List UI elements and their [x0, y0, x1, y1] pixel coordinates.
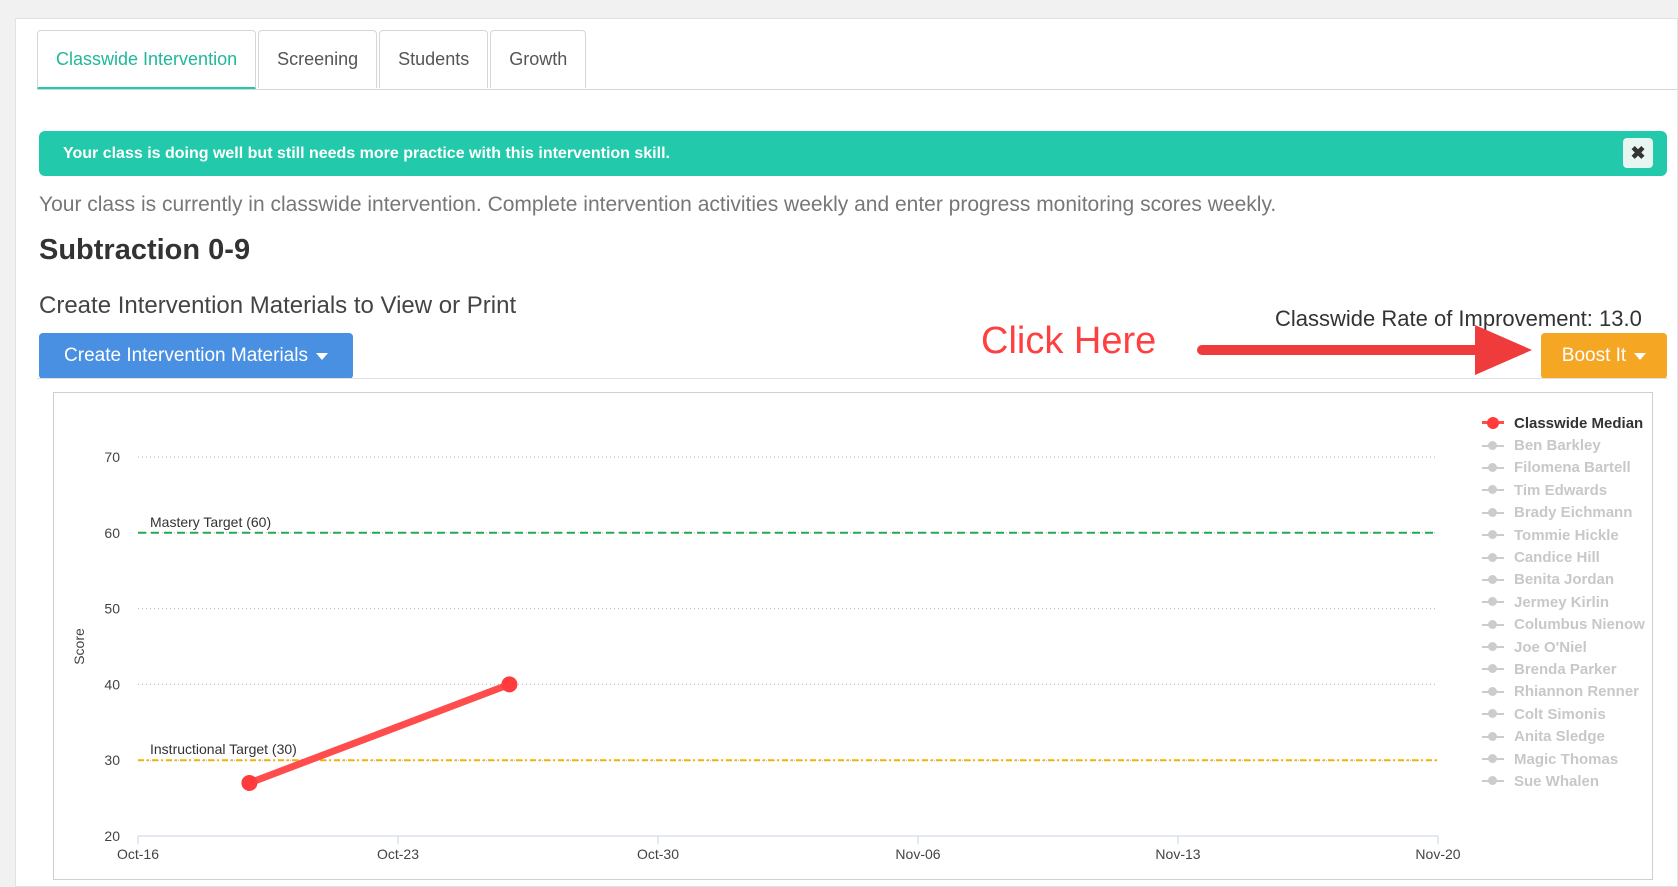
legend-label: Tim Edwards: [1514, 481, 1608, 499]
legend-item[interactable]: Benita Jordan: [1480, 569, 1645, 591]
mastery-target-label: Mastery Target (60): [150, 514, 271, 530]
legend-item[interactable]: Tommie Hickle: [1480, 524, 1645, 546]
median-data-point: [501, 676, 518, 693]
legend-marker-icon: [1480, 439, 1508, 453]
legend-label: Candice Hill: [1514, 549, 1600, 567]
legend-item[interactable]: Columbus Nienow: [1480, 614, 1645, 636]
legend-item[interactable]: Jermey Kirlin: [1480, 591, 1645, 613]
callout-arrow-icon: [1197, 325, 1532, 375]
boost-it-button[interactable]: Boost It: [1541, 333, 1667, 379]
legend-marker-icon: [1480, 551, 1508, 565]
legend-marker-icon: [1480, 528, 1508, 542]
legend-marker-icon: [1480, 416, 1508, 430]
legend-item[interactable]: Candice Hill: [1480, 546, 1645, 568]
boost-it-button-label: Boost It: [1561, 345, 1627, 366]
tab-divider: [37, 89, 1678, 90]
progress-chart: 20 30 40 50 60 70 Oct-16 Oct-23 Oct-30 Nov-06 Nov-…: [53, 392, 1653, 880]
legend-marker-icon: [1480, 774, 1508, 788]
x-tick-label: Nov-13: [1155, 846, 1200, 862]
legend-item[interactable]: Filomena Bartell: [1480, 457, 1645, 479]
click-here-callout: Click Here: [981, 320, 1157, 362]
legend-label: Classwide Median: [1514, 414, 1644, 432]
chart-legend: Classwide Median Ben Barkley Filomena Bart…: [1480, 412, 1645, 793]
y-tick-label: 20: [104, 828, 120, 844]
legend-item[interactable]: Brenda Parker: [1480, 658, 1645, 680]
chart-canvas: 20 30 40 50 60 70 Oct-16 Oct-23 Oct-30 Nov-06 Nov-…: [71, 449, 1461, 862]
legend-marker-icon: [1480, 573, 1508, 587]
y-tick-label: 70: [104, 449, 120, 465]
y-tick-label: 60: [104, 525, 120, 541]
legend-marker-icon: [1480, 707, 1508, 721]
legend-item[interactable]: Sue Whalen: [1480, 770, 1645, 792]
legend-item[interactable]: Rhiannon Renner: [1480, 681, 1645, 703]
y-tick-label: 50: [104, 601, 120, 617]
legend-marker-icon: [1480, 640, 1508, 654]
legend-marker-icon: [1480, 662, 1508, 676]
tab-students[interactable]: Students: [379, 30, 489, 88]
legend-label: Brenda Parker: [1514, 660, 1617, 678]
legend-marker-icon: [1480, 618, 1508, 632]
legend-item[interactable]: Ben Barkley: [1480, 434, 1645, 456]
legend-label: Columbus Nienow: [1514, 616, 1645, 634]
y-axis-title: Score: [71, 628, 87, 665]
caret-down-icon: [1634, 352, 1647, 360]
legend-label: Jermey Kirlin: [1514, 593, 1610, 611]
skill-title: Subtraction 0-9: [39, 234, 251, 266]
legend-marker-icon: [1480, 506, 1508, 520]
legend-item[interactable]: Colt Simonis: [1480, 703, 1645, 725]
legend-label: Brady Eichmann: [1514, 504, 1633, 522]
median-data-point: [241, 774, 258, 791]
y-tick-label: 40: [104, 676, 120, 692]
legend-item[interactable]: Brady Eichmann: [1480, 502, 1645, 524]
legend-label: Joe O'Niel: [1514, 638, 1587, 656]
legend-marker-icon: [1480, 752, 1508, 766]
create-materials-button[interactable]: Create Intervention Materials: [39, 333, 353, 379]
status-alert: Your class is doing well but still needs…: [39, 131, 1667, 176]
intervention-info-text: Your class is currently in classwide int…: [39, 193, 1277, 216]
tab-growth[interactable]: Growth: [490, 30, 587, 88]
x-tick-label: Nov-20: [1415, 846, 1460, 862]
legend-label: Ben Barkley: [1514, 437, 1601, 455]
tab-classwide-intervention[interactable]: Classwide Intervention: [37, 30, 257, 90]
legend-item[interactable]: Joe O'Niel: [1480, 636, 1645, 658]
x-tick-label: Oct-30: [637, 846, 679, 862]
legend-item[interactable]: Anita Sledge: [1480, 725, 1645, 747]
legend-marker-icon: [1480, 730, 1508, 744]
legend-marker-icon: [1480, 595, 1508, 609]
legend-item[interactable]: Tim Edwards: [1480, 479, 1645, 501]
create-materials-label: Create Intervention Materials to View or…: [39, 292, 517, 319]
median-series-line: [245, 680, 513, 787]
legend-marker-icon: [1480, 483, 1508, 497]
legend-label: Anita Sledge: [1514, 728, 1605, 746]
legend-item[interactable]: Magic Thomas: [1480, 748, 1645, 770]
y-tick-label: 30: [104, 752, 120, 768]
legend-marker-icon: [1480, 685, 1508, 699]
legend-label: Colt Simonis: [1514, 705, 1606, 723]
x-tick-label: Nov-06: [895, 846, 940, 862]
legend-marker-icon: [1480, 461, 1508, 475]
legend-label: Tommie Hickle: [1514, 526, 1619, 544]
legend-item[interactable]: Classwide Median: [1480, 412, 1645, 434]
legend-label: Sue Whalen: [1514, 772, 1600, 790]
legend-label: Magic Thomas: [1514, 750, 1619, 768]
tab-bar: Classwide Intervention Screening Student…: [37, 30, 588, 90]
tab-screening[interactable]: Screening: [258, 30, 378, 88]
instructional-target-label: Instructional Target (30): [150, 741, 297, 757]
caret-down-icon: [315, 352, 328, 360]
legend-label: Filomena Bartell: [1514, 459, 1631, 477]
alert-message: Your class is doing well but still needs…: [63, 144, 670, 162]
x-tick-label: Oct-16: [117, 846, 159, 862]
legend-label: Benita Jordan: [1514, 571, 1615, 589]
legend-label: Rhiannon Renner: [1514, 683, 1640, 701]
close-icon[interactable]: ✖: [1623, 138, 1653, 168]
section-divider: [37, 378, 1668, 379]
x-tick-label: Oct-23: [377, 846, 419, 862]
create-materials-button-label: Create Intervention Materials: [64, 345, 308, 366]
